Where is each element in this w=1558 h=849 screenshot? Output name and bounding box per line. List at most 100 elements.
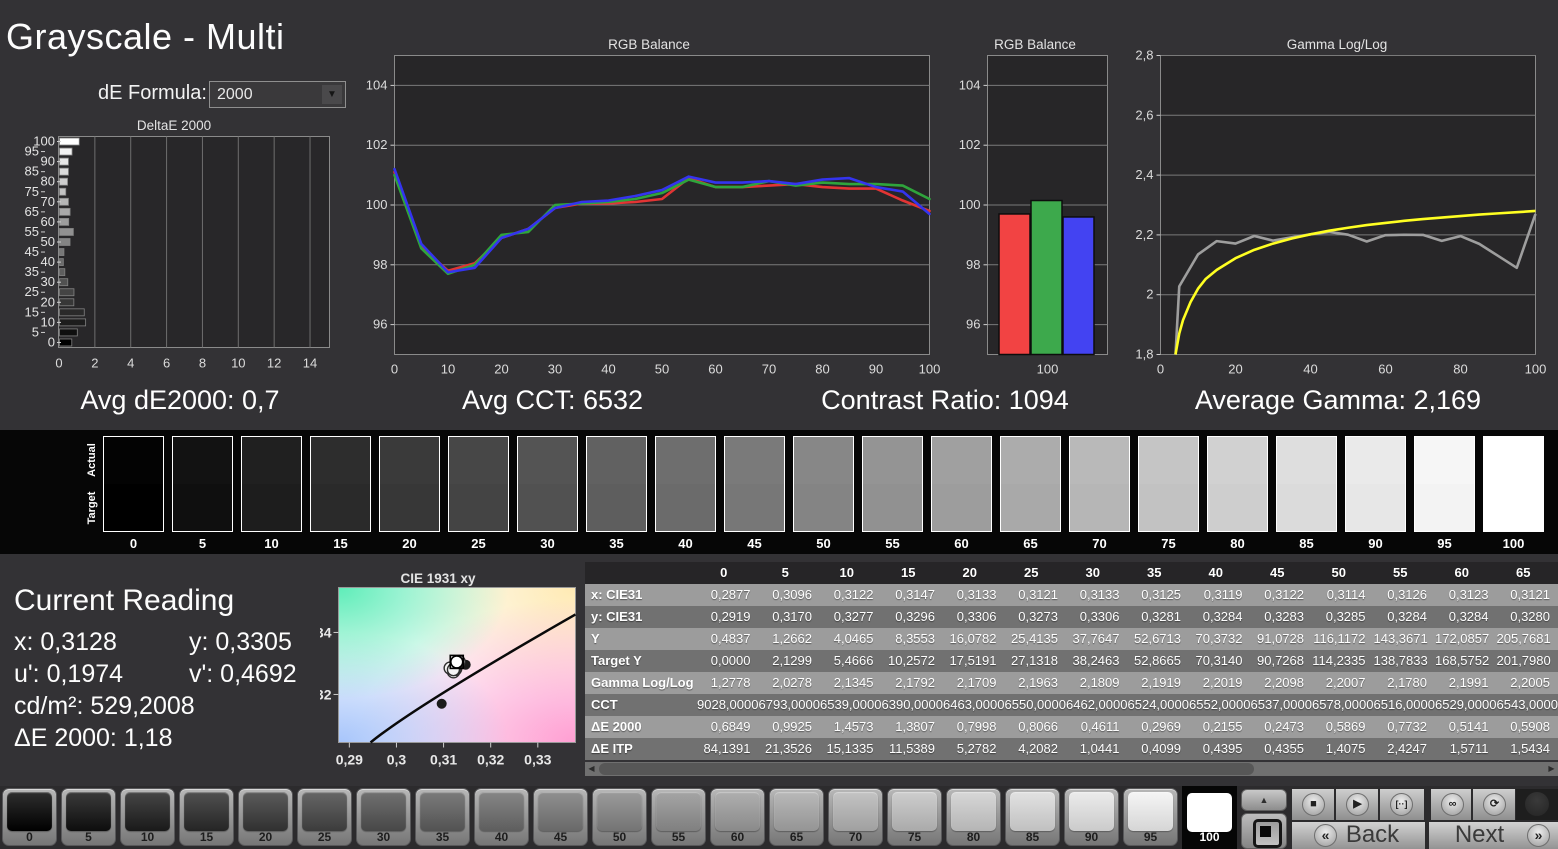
svg-text:100: 100	[33, 134, 55, 149]
patch-button-70[interactable]: 70	[828, 788, 883, 846]
patch-button-25[interactable]: 25	[297, 788, 352, 846]
table-cell: 0,3126	[1387, 587, 1427, 602]
stop-button[interactable]: ■	[1290, 789, 1334, 820]
pattern-window-button[interactable]	[1241, 813, 1287, 849]
svg-text:100: 100	[919, 362, 941, 377]
play-icon: ▶	[1346, 793, 1369, 816]
svg-text:2: 2	[1146, 287, 1153, 302]
table-cell: 6539,0000	[820, 697, 882, 712]
back-button[interactable]: « Back	[1290, 822, 1425, 849]
next-button[interactable]: Next »	[1427, 822, 1558, 849]
table-cell: 0,4837	[710, 631, 751, 646]
table-cell: 0,3122	[833, 587, 874, 602]
table-cell: 0,2969	[1141, 719, 1181, 734]
swatch-label-20: 20	[402, 536, 417, 551]
patch-button-75[interactable]: 75	[887, 788, 942, 846]
patch-button-45[interactable]: 45	[533, 788, 588, 846]
table-cell: 0,3122	[1264, 587, 1304, 602]
table-cell: 0,3273	[1018, 609, 1058, 624]
table-cell: 2,2005	[1510, 675, 1550, 690]
table-cell: 1,5434	[1510, 741, 1550, 756]
patch-button-95[interactable]: 95	[1123, 788, 1178, 846]
table-cell: 16,0782	[949, 631, 997, 646]
patch-button-90[interactable]: 90	[1064, 788, 1119, 846]
measure-button[interactable]: [··]	[1378, 789, 1424, 820]
swatch-label-70: 70	[1092, 536, 1107, 551]
table-cell: 0,3133	[956, 587, 997, 602]
swatch-60	[931, 436, 992, 532]
swatch-label-80: 80	[1230, 536, 1245, 551]
patch-button-55[interactable]: 55	[651, 788, 706, 846]
patch-button-80[interactable]: 80	[946, 788, 1001, 846]
table-row: CCT 9028,0000 6793,0000 6539,0000 6390,0000 6…	[585, 694, 1558, 716]
chevron-down-icon[interactable]: ▼	[322, 85, 342, 104]
patch-button-60[interactable]: 60	[710, 788, 765, 846]
patch-button-85[interactable]: 85	[1005, 788, 1060, 846]
table-cell: 6578,0000	[1312, 697, 1374, 712]
patch-button-15[interactable]: 15	[179, 788, 234, 846]
patch-button-5[interactable]: 5	[61, 788, 116, 846]
scroll-right-icon[interactable]: ▶	[1545, 762, 1558, 776]
play-button[interactable]: ▶	[1334, 789, 1378, 820]
svg-text:50: 50	[655, 362, 669, 377]
de-formula-select[interactable]: 2000 ▼	[209, 81, 346, 108]
patch-button-100[interactable]: 100	[1182, 786, 1237, 849]
svg-text:102: 102	[366, 137, 388, 152]
table-cell: 70,3732	[1195, 631, 1243, 646]
swatch-90	[1345, 436, 1406, 532]
svg-text:35: 35	[25, 264, 39, 279]
svg-text:0: 0	[1157, 362, 1164, 377]
pattern-up-button[interactable]: ▲	[1241, 789, 1287, 811]
pattern-window-icon	[1253, 819, 1282, 848]
table-col-35: 35	[1147, 565, 1162, 580]
svg-text:2: 2	[91, 356, 98, 371]
table-cell: 0,2877	[710, 587, 751, 602]
svg-text:40: 40	[41, 254, 55, 269]
page-title: Grayscale - Multi	[6, 16, 285, 57]
table-cell: 0,4611	[1080, 719, 1120, 734]
svg-text:0,33: 0,33	[524, 752, 551, 768]
table-cell: 2,1963	[1018, 675, 1058, 690]
patch-button-10[interactable]: 10	[120, 788, 175, 846]
table-cell: 0,9925	[772, 719, 812, 734]
table-cell: 0,4395	[1202, 741, 1243, 756]
patch-button-30[interactable]: 30	[356, 788, 411, 846]
table-col-10: 10	[839, 565, 854, 580]
table-cell: 0,3125	[1141, 587, 1181, 602]
table-cell: 114,2335	[1312, 653, 1366, 668]
patch-button-20[interactable]: 20	[238, 788, 293, 846]
loop-infinite-button[interactable]: ∞	[1427, 789, 1471, 820]
patch-button-50[interactable]: 50	[592, 788, 647, 846]
patch-button-0[interactable]: 0	[2, 788, 57, 846]
table-cell: 91,0728	[1257, 631, 1304, 646]
refresh-button[interactable]: ⟳	[1471, 789, 1515, 820]
table-cell: 8,3553	[895, 631, 935, 646]
table-cell: 21,3526	[765, 741, 812, 756]
current-reading-panel: Current Reading x: 0,3128 y: 0,3305 u': 0,…	[14, 584, 314, 754]
stop-icon: ■	[1302, 793, 1325, 816]
table-col-15: 15	[901, 565, 916, 580]
table-cell: 2,4247	[1387, 741, 1427, 756]
patch-button-40[interactable]: 40	[474, 788, 529, 846]
patch-button-35[interactable]: 35	[415, 788, 470, 846]
table-cell: 172,0857	[1435, 631, 1490, 646]
table-scrollbar-thumb[interactable]	[599, 763, 1254, 775]
table-scrollbar[interactable]: ◀ ▶	[585, 762, 1558, 776]
swatch-65	[1000, 436, 1061, 532]
table-cell: 0,3114	[1326, 587, 1366, 602]
table-cell: 27,1318	[1011, 653, 1058, 668]
table-col-60: 60	[1454, 565, 1469, 580]
swatch-40	[655, 436, 716, 532]
svg-text:10: 10	[231, 356, 245, 371]
patch-button-65[interactable]: 65	[769, 788, 824, 846]
table-cell: 37,7647	[1072, 631, 1120, 646]
svg-text:0,3: 0,3	[387, 752, 407, 768]
table-cell: 1,2778	[710, 675, 751, 690]
grayscale-strip: Actual Target 0 5 10 15 20 25 30 35 40 45 50 55 60 65…	[0, 430, 1558, 554]
back-button-label: Back	[1345, 821, 1400, 848]
table-cell: 2,1709	[956, 675, 997, 690]
svg-text:12: 12	[267, 356, 281, 371]
scroll-left-icon[interactable]: ◀	[585, 762, 598, 776]
swatch-label-75: 75	[1161, 536, 1176, 551]
table-cell: 0,3306	[956, 609, 997, 624]
